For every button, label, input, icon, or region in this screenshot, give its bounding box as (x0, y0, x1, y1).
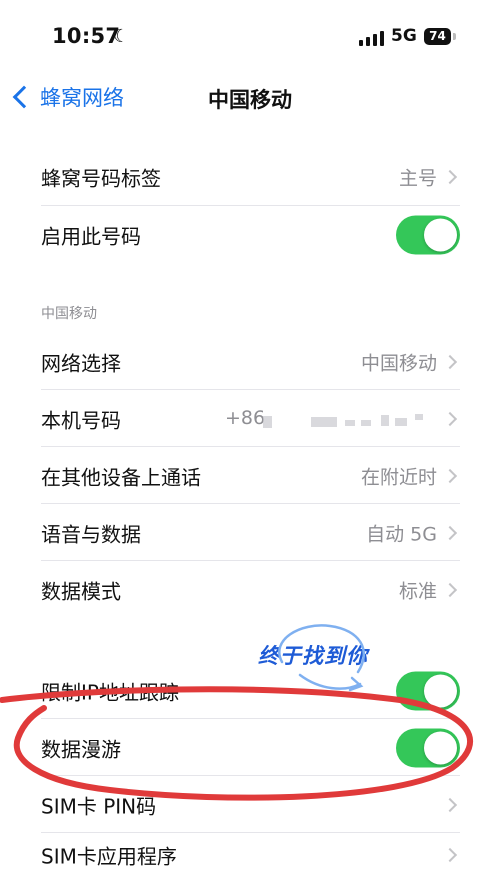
row-value: 自动 5G (366, 523, 437, 545)
row-value: +86 (225, 406, 266, 429)
row-network-selection[interactable]: 网络选择 中国移动 (0, 333, 500, 390)
data-roaming-toggle[interactable] (396, 728, 460, 767)
page-title: 中国移动 (208, 88, 292, 112)
chevron-right-icon (442, 582, 458, 597)
network-type: 5G (391, 26, 417, 46)
row-sim-pin[interactable]: SIM卡 PIN码 (0, 776, 500, 833)
chevron-right-icon (442, 169, 458, 184)
section-header: 中国移动 (41, 306, 97, 322)
row-enable-line: 启用此号码 (0, 206, 500, 263)
annotation-text: 终于找到你 (258, 644, 368, 668)
battery-icon: 74 (424, 28, 451, 45)
status-bar: 10:57 ☾ 5G 74 (0, 0, 500, 72)
row-label: 蜂窝号码标签 (41, 166, 161, 190)
row-calls-other-devices[interactable]: 在其他设备上通话 在附近时 (0, 447, 500, 504)
signal-icon (359, 30, 385, 46)
toggle-knob (424, 731, 457, 764)
row-label: SIM卡应用程序 (41, 844, 177, 869)
row-value: 标准 (398, 580, 437, 602)
row-value: 中国移动 (360, 352, 437, 374)
battery-cap (453, 33, 456, 40)
chevron-right-icon (442, 847, 458, 863)
chevron-right-icon (442, 797, 458, 812)
row-data-mode[interactable]: 数据模式 标准 (0, 561, 500, 618)
row-cellular-label[interactable]: 蜂窝号码标签 主号 (0, 148, 500, 205)
masked-phone-number: +86 (225, 406, 440, 430)
chevron-right-icon (442, 411, 458, 426)
row-label: 本机号码 (41, 408, 121, 432)
chevron-right-icon (442, 354, 458, 369)
row-label: 在其他设备上通话 (41, 465, 201, 489)
row-label: 语音与数据 (41, 522, 141, 546)
row-label: 启用此号码 (41, 224, 141, 248)
navigation-bar: 蜂窝网络 中国移动 (0, 72, 500, 122)
moon-icon: ☾ (113, 26, 130, 47)
row-label: 网络选择 (41, 351, 121, 375)
toggle-knob (424, 674, 457, 707)
row-value: 在附近时 (360, 466, 437, 488)
row-voice-data[interactable]: 语音与数据 自动 5G (0, 504, 500, 561)
row-label: 限制IP地址跟踪 (41, 680, 179, 704)
row-limit-ip-tracking: 限制IP地址跟踪 (0, 662, 500, 719)
toggle-knob (424, 218, 457, 251)
chevron-right-icon (442, 468, 458, 483)
row-my-number[interactable]: 本机号码 +86 (0, 390, 500, 447)
chevron-right-icon (442, 525, 458, 540)
row-label: SIM卡 PIN码 (41, 794, 157, 818)
limit-ip-tracking-toggle[interactable] (396, 671, 460, 710)
row-label: 数据漫游 (41, 737, 121, 761)
row-value: 主号 (398, 167, 437, 189)
row-label: 数据模式 (41, 579, 121, 603)
row-sim-apps[interactable]: SIM卡应用程序 (0, 833, 500, 890)
row-data-roaming: 数据漫游 (0, 719, 500, 776)
status-time: 10:57 (52, 24, 121, 48)
enable-line-toggle[interactable] (396, 215, 460, 254)
